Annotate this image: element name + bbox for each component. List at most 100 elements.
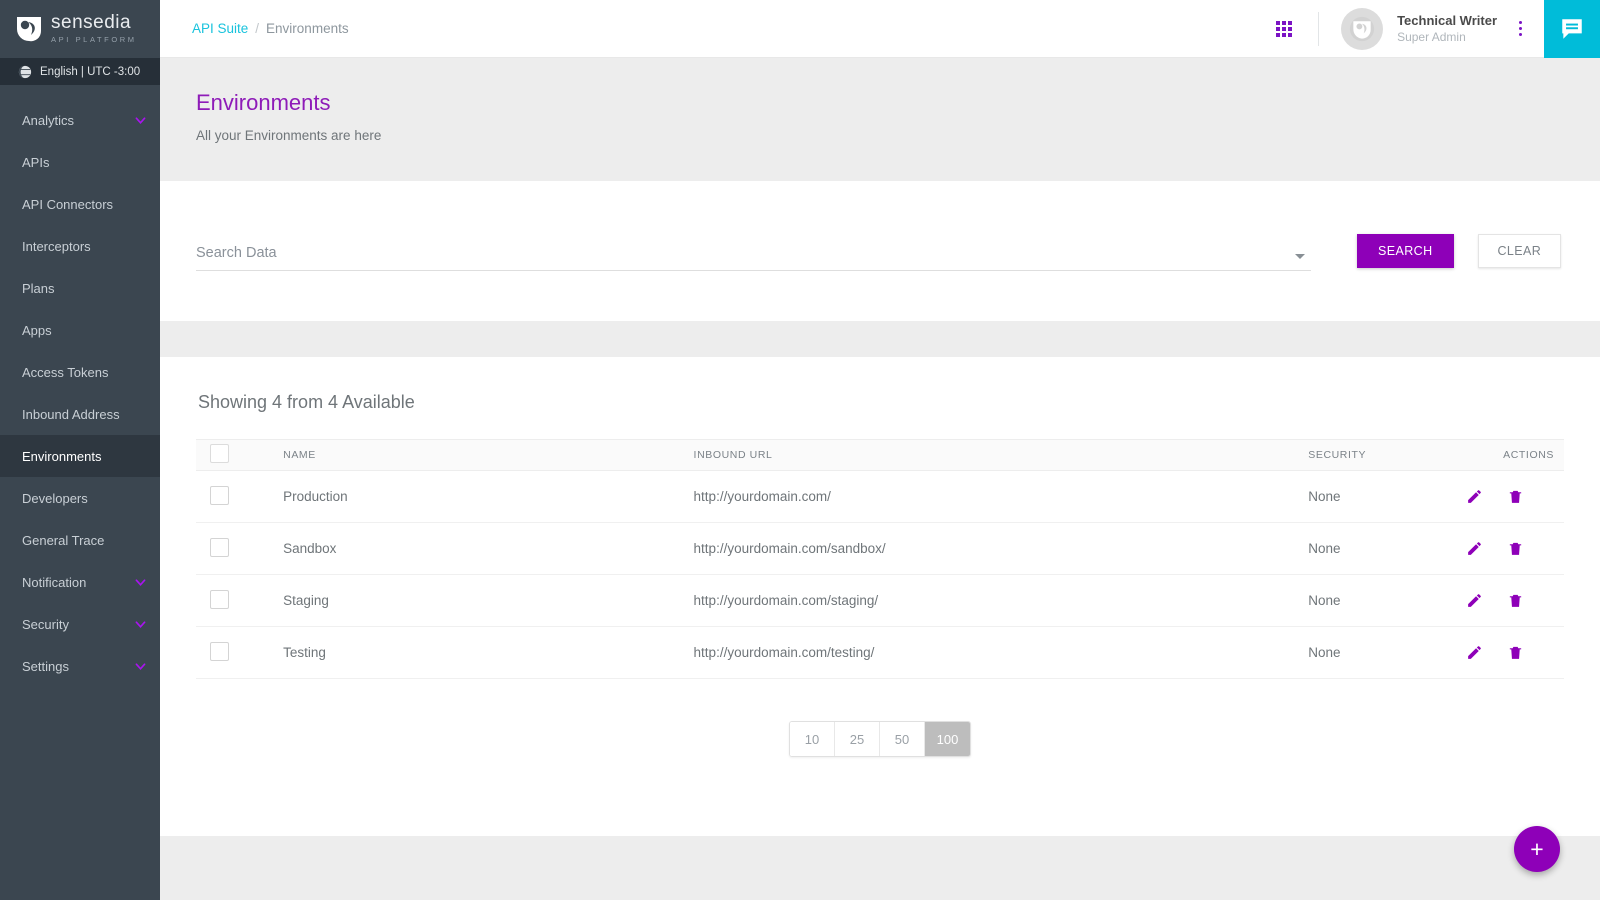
sidebar-item-label: Interceptors (22, 239, 91, 254)
search-button[interactable]: SEARCH (1357, 234, 1454, 268)
sidebar-item-settings[interactable]: Settings (0, 645, 160, 687)
page-title: Environments (196, 90, 1600, 116)
select-all-checkbox[interactable] (210, 444, 229, 463)
column-header-security[interactable]: SECURITY (1300, 440, 1445, 471)
row-checkbox[interactable] (210, 538, 229, 557)
globe-icon (18, 65, 32, 79)
page-size-group: 102550100 (789, 721, 971, 757)
sidebar-item-label: Plans (22, 281, 55, 296)
breadcrumb-current: Environments (266, 21, 349, 36)
edit-icon (1466, 592, 1483, 609)
row-checkbox[interactable] (210, 642, 229, 661)
sidebar-item-label: Environments (22, 449, 101, 464)
row-actions-cell (1445, 523, 1564, 575)
security-cell: None (1300, 523, 1445, 575)
table-row[interactable]: Testinghttp://yourdomain.com/testing/Non… (196, 627, 1564, 679)
clear-button[interactable]: CLEAR (1478, 234, 1562, 268)
delete-icon (1507, 644, 1524, 661)
page-size-25[interactable]: 25 (835, 722, 880, 756)
sidebar-item-inbound-address[interactable]: Inbound Address (0, 393, 160, 435)
sidebar-item-label: Notification (22, 575, 86, 590)
delete-button[interactable] (1507, 488, 1524, 505)
table-row[interactable]: Staginghttp://yourdomain.com/staging/Non… (196, 575, 1564, 627)
page-size-100[interactable]: 100 (925, 722, 970, 756)
column-header-name[interactable]: NAME (275, 440, 685, 471)
select-all-header (196, 440, 275, 471)
page-content: Environments All your Environments are h… (160, 58, 1600, 900)
avatar[interactable] (1341, 8, 1383, 50)
sidebar-item-apps[interactable]: Apps (0, 309, 160, 351)
row-actions-cell (1445, 471, 1564, 523)
inbound-url-cell: http://yourdomain.com/sandbox/ (686, 523, 1301, 575)
section-divider (160, 321, 1600, 357)
results-count: Showing 4 from 4 Available (196, 387, 1564, 439)
user-role: Super Admin (1397, 29, 1497, 45)
search-panel: SEARCH CLEAR (160, 181, 1600, 321)
add-environment-button[interactable]: + (1514, 826, 1560, 872)
brand-logo[interactable]: sensedia API PLATFORM (0, 0, 160, 58)
page-size-50[interactable]: 50 (880, 722, 925, 756)
edit-icon (1466, 488, 1483, 505)
sidebar-item-security[interactable]: Security (0, 603, 160, 645)
edit-button[interactable] (1466, 540, 1483, 557)
edit-button[interactable] (1466, 644, 1483, 661)
table-row[interactable]: Productionhttp://yourdomain.com/None (196, 471, 1564, 523)
inbound-url-cell: http://yourdomain.com/testing/ (686, 627, 1301, 679)
sidebar-item-analytics[interactable]: Analytics (0, 99, 160, 141)
apps-grid-icon[interactable] (1276, 21, 1292, 37)
chevron-down-icon (135, 619, 146, 630)
sidebar-item-label: Settings (22, 659, 69, 674)
search-input[interactable] (196, 245, 1311, 270)
edit-icon (1466, 644, 1483, 661)
edit-button[interactable] (1466, 592, 1483, 609)
sidebar-item-apis[interactable]: APIs (0, 141, 160, 183)
sidebar-item-label: Inbound Address (22, 407, 120, 422)
page-header: Environments All your Environments are h… (160, 58, 1600, 181)
table-row[interactable]: Sandboxhttp://yourdomain.com/sandbox/Non… (196, 523, 1564, 575)
user-info: Technical Writer Super Admin (1397, 13, 1497, 45)
row-select-cell (196, 627, 275, 679)
sensedia-logo-icon (14, 14, 44, 44)
header-divider (1318, 12, 1319, 46)
sidebar-item-general-trace[interactable]: General Trace (0, 519, 160, 561)
breadcrumb-separator: / (255, 21, 259, 36)
language-selector[interactable]: English | UTC -3:00 (0, 58, 160, 85)
sidebar-item-plans[interactable]: Plans (0, 267, 160, 309)
pagination: 102550100 (196, 721, 1564, 757)
delete-button[interactable] (1507, 592, 1524, 609)
environment-name-cell: Testing (275, 627, 685, 679)
sidebar-item-access-tokens[interactable]: Access Tokens (0, 351, 160, 393)
sidebar-item-developers[interactable]: Developers (0, 477, 160, 519)
table-body: Productionhttp://yourdomain.com/NoneSand… (196, 471, 1564, 679)
environment-name-cell: Staging (275, 575, 685, 627)
chat-button[interactable] (1544, 0, 1600, 58)
breadcrumb-api-suite[interactable]: API Suite (192, 21, 248, 36)
row-select-cell (196, 575, 275, 627)
sidebar-item-notification[interactable]: Notification (0, 561, 160, 603)
sidebar-item-interceptors[interactable]: Interceptors (0, 225, 160, 267)
page-size-10[interactable]: 10 (790, 722, 835, 756)
page-subtitle: All your Environments are here (196, 128, 1600, 143)
column-header-actions: ACTIONS (1445, 440, 1564, 471)
edit-button[interactable] (1466, 488, 1483, 505)
avatar-logo-icon (1349, 16, 1375, 42)
delete-button[interactable] (1507, 540, 1524, 557)
more-options-icon[interactable] (1519, 21, 1522, 36)
sidebar: sensedia API PLATFORM English | UTC -3:0… (0, 0, 160, 900)
sidebar-item-label: Analytics (22, 113, 74, 128)
chevron-down-icon (135, 577, 146, 588)
delete-icon (1507, 488, 1524, 505)
delete-button[interactable] (1507, 644, 1524, 661)
security-cell: None (1300, 471, 1445, 523)
row-checkbox[interactable] (210, 486, 229, 505)
sidebar-item-label: Developers (22, 491, 88, 506)
chevron-down-icon[interactable] (1295, 254, 1305, 259)
delete-icon (1507, 592, 1524, 609)
row-actions (1453, 540, 1554, 557)
sidebar-item-environments[interactable]: Environments (0, 435, 160, 477)
column-header-inbound-url[interactable]: INBOUND URL (686, 440, 1301, 471)
row-checkbox[interactable] (210, 590, 229, 609)
chevron-down-icon (135, 115, 146, 126)
sidebar-item-api-connectors[interactable]: API Connectors (0, 183, 160, 225)
environment-name-cell: Production (275, 471, 685, 523)
